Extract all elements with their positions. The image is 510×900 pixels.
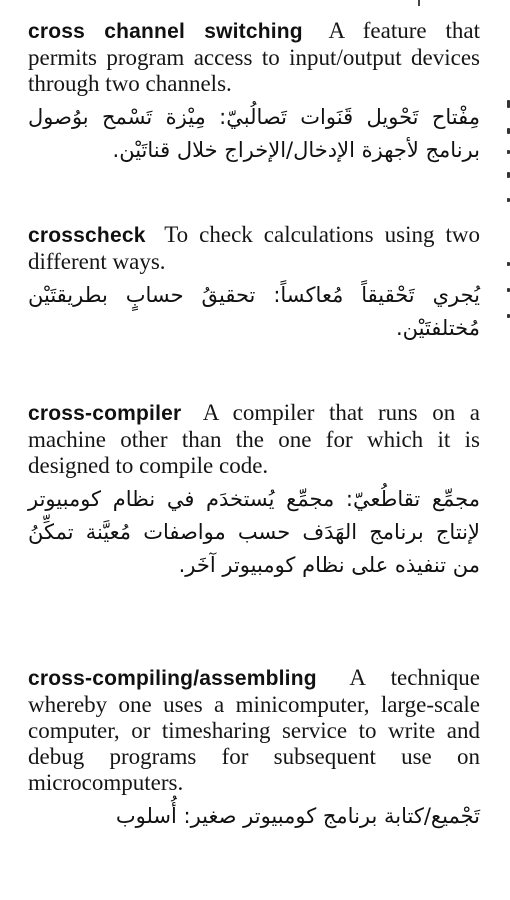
- entry-arabic: تَجْميع/كتابة برنامج كومبيوتر صغير: أُسل…: [115, 804, 480, 828]
- entry-term: cross-compiler: [28, 402, 182, 425]
- scan-mark: [418, 0, 420, 6]
- dictionary-entry: cross-compiling/assembling A technique w…: [28, 665, 480, 833]
- entry-english: cross-compiler A compiler that runs on a…: [28, 400, 480, 479]
- entry-arabic: يُجري تَحْقيقاً مُعاكساً: تحقيقُ حسابٍ ب…: [28, 283, 480, 340]
- entry-term: crosscheck: [28, 224, 146, 247]
- entry-term: cross channel switching: [28, 20, 303, 43]
- entry-english: crosscheck To check calculations using t…: [28, 222, 480, 275]
- dictionary-entry: cross-compiler A compiler that runs on a…: [28, 400, 480, 582]
- dictionary-entry: cross channel switching A feature that p…: [28, 18, 480, 167]
- entry-term: cross-compiling/assembling: [28, 667, 317, 690]
- entry-arabic: مجمِّع تقاطُعيّ: مجمِّع يُستخدَم في نظام…: [28, 487, 480, 577]
- entry-arabic: مِفْتاح تَحْويل قَنَوات تَصالُبيّ: مِيْز…: [28, 105, 480, 162]
- entry-english: cross-compiling/assembling A technique w…: [28, 665, 480, 796]
- entry-english: cross channel switching A feature that p…: [28, 18, 480, 97]
- dictionary-entry: crosscheck To check calculations using t…: [28, 222, 480, 345]
- dictionary-page: cross channel switching A feature that p…: [0, 0, 510, 900]
